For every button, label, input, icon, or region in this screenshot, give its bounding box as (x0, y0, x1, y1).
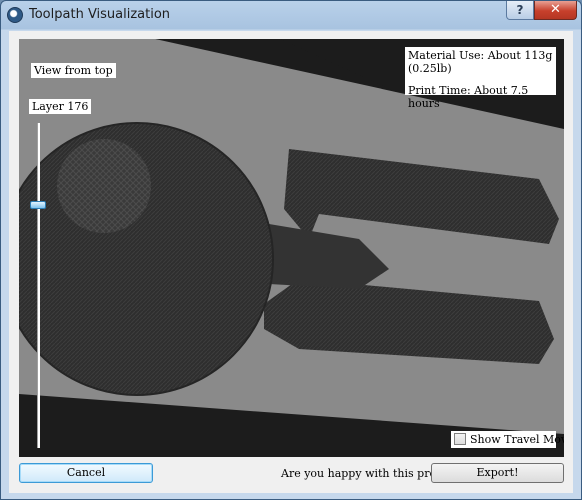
window-title: Toolpath Visualization (29, 7, 171, 22)
client-area: View from top Layer 176 Material Use: Ab… (9, 31, 573, 493)
title-bar[interactable]: Toolpath Visualization ? ✕ (1, 1, 581, 31)
travel-moves-checkbox[interactable] (454, 433, 466, 445)
help-button[interactable]: ? (506, 1, 534, 20)
cancel-button[interactable]: Cancel (19, 463, 153, 483)
app-icon (7, 7, 23, 23)
toolpath-viewport[interactable]: View from top Layer 176 Material Use: Ab… (19, 39, 564, 457)
print-info-box: Material Use: About 113g (0.25lb) Print … (405, 47, 556, 110)
close-button[interactable]: ✕ (534, 1, 577, 20)
show-travel-moves-toggle[interactable]: Show Travel Moves (451, 431, 564, 448)
window: Toolpath Visualization ? ✕ View from top… (0, 0, 582, 500)
travel-moves-label: Show Travel Moves (470, 433, 564, 446)
layer-label: Layer 176 (29, 99, 92, 114)
view-mode-label[interactable]: View from top (31, 63, 116, 78)
model-hub (57, 139, 151, 233)
export-button[interactable]: Export! (431, 463, 564, 483)
layer-slider-track[interactable] (37, 123, 40, 448)
material-use-text: Material Use: About 113g (0.25lb) (408, 49, 553, 75)
layer-slider-thumb[interactable] (30, 201, 46, 209)
print-time-text: Print Time: About 7.5 hours (408, 84, 529, 110)
